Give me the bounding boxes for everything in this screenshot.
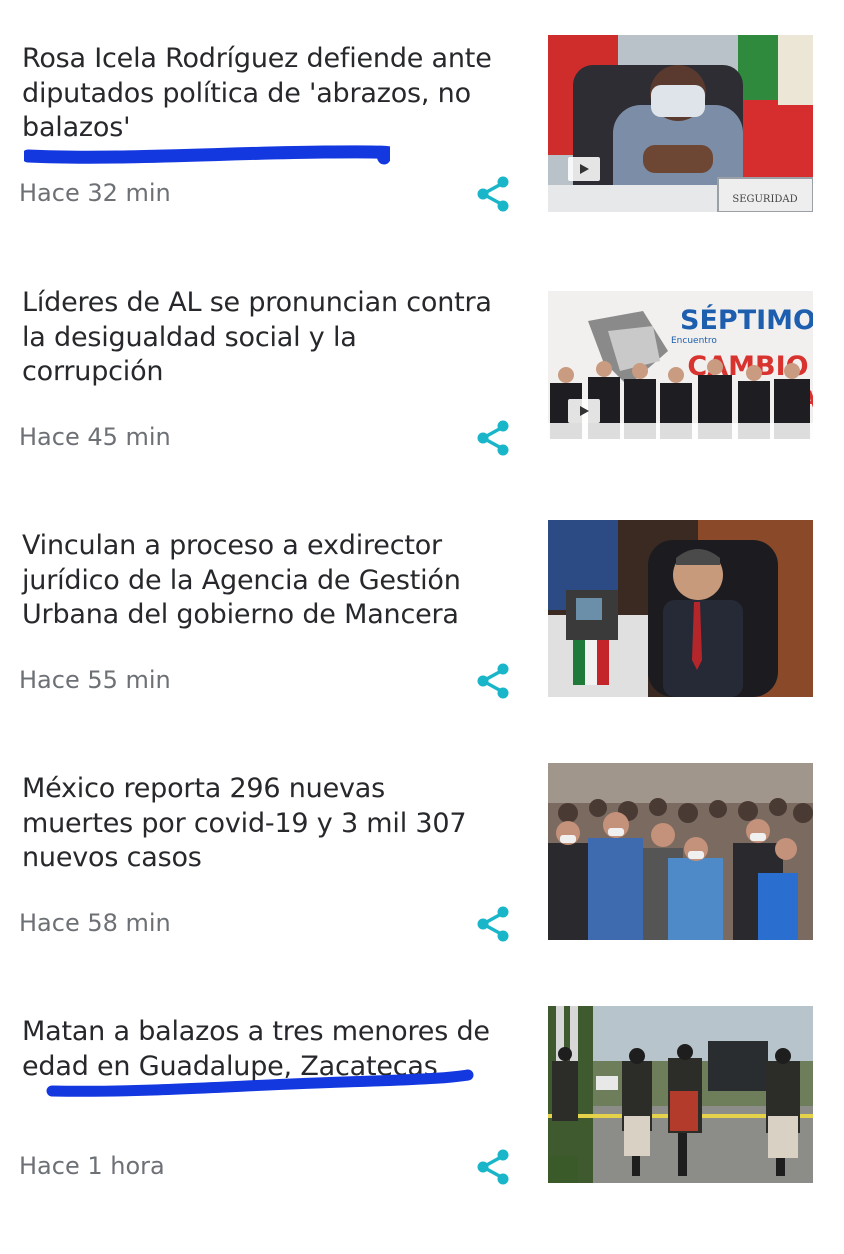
image-caption-text: SEGURIDAD: [732, 194, 797, 205]
share-icon[interactable]: [474, 905, 512, 943]
news-item[interactable]: Matan a balazos a tres menores de edad e…: [0, 1006, 844, 1254]
timestamp: Hace 1 hora: [19, 1152, 165, 1180]
news-item[interactable]: Rosa Icela Rodríguez defiende ante diput…: [0, 35, 844, 281]
play-icon[interactable]: [568, 157, 600, 181]
headline[interactable]: Matan a balazos a tres menores de edad e…: [22, 1015, 502, 1084]
headline[interactable]: Vinculan a proceso a exdirector jurídico…: [22, 529, 502, 633]
news-item[interactable]: Vinculan a proceso a exdirector jurídico…: [0, 520, 844, 768]
article-image[interactable]: SEGURIDAD: [548, 35, 813, 212]
timestamp: Hace 32 min: [19, 179, 171, 207]
image-title-text: SÉPTIMO: [680, 304, 813, 336]
share-icon[interactable]: [474, 419, 512, 457]
timestamp: Hace 55 min: [19, 666, 171, 694]
headline[interactable]: Rosa Icela Rodríguez defiende ante diput…: [22, 42, 502, 146]
headline[interactable]: México reporta 296 nuevas muertes por co…: [22, 772, 502, 876]
article-image: [548, 520, 813, 697]
timestamp: Hace 58 min: [19, 909, 171, 937]
headline[interactable]: Líderes de AL se pronuncian contra la de…: [22, 286, 502, 390]
timestamp: Hace 45 min: [19, 423, 171, 451]
share-icon[interactable]: [474, 1148, 512, 1186]
news-item[interactable]: México reporta 296 nuevas muertes por co…: [0, 763, 844, 1011]
news-item[interactable]: Líderes de AL se pronuncian contra la de…: [0, 282, 844, 525]
share-icon[interactable]: [474, 175, 512, 213]
article-image[interactable]: SÉPTIMO Encuentro CAMBIO RA: [548, 291, 813, 439]
image-subtitle-text: Encuentro: [671, 336, 717, 346]
play-icon[interactable]: [568, 399, 600, 423]
share-icon[interactable]: [474, 662, 512, 700]
article-image: [548, 763, 813, 940]
article-image: [548, 1006, 813, 1183]
